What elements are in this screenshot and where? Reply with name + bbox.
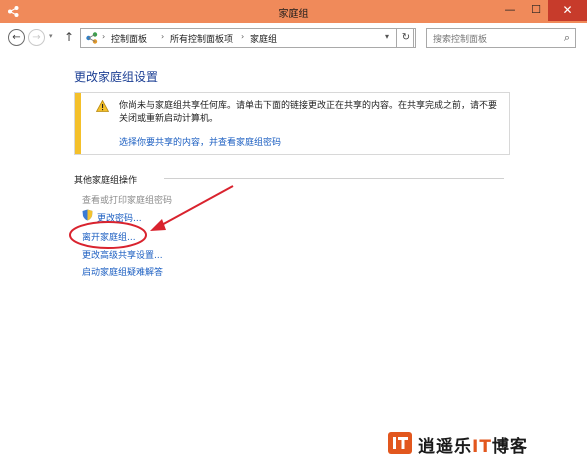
annotation-overlay [69,185,234,249]
watermark: 逍遥乐IT博客 [388,430,578,457]
annotation-circle [69,221,147,249]
annotation-arrowhead [150,219,166,231]
annotation-arrow [157,185,234,228]
watermark-text: 逍遥乐IT博客 [418,437,528,457]
watermark-logo [388,432,412,454]
